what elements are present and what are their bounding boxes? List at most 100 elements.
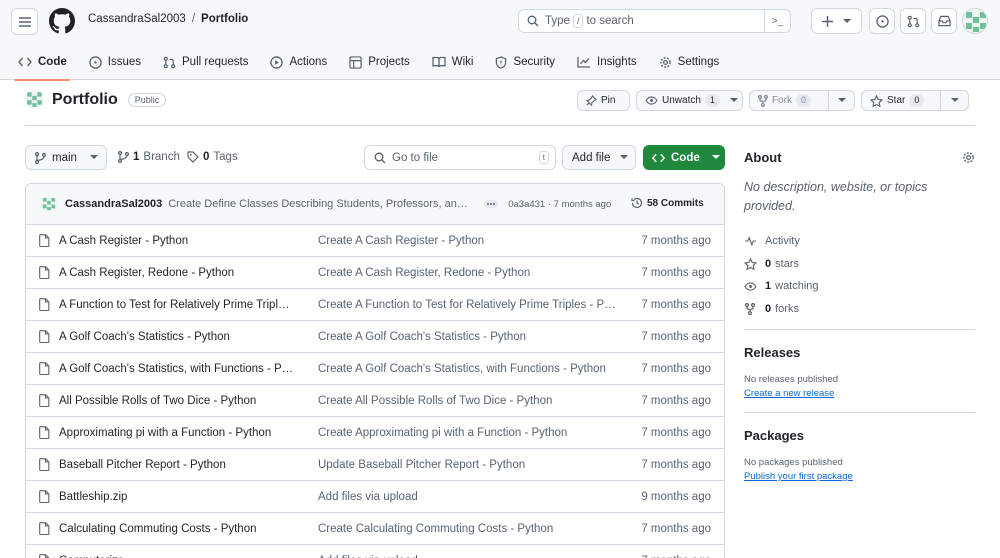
chevron-down-icon (843, 18, 851, 23)
tab-projects[interactable]: Projects (338, 44, 421, 80)
commit-expand-button[interactable] (484, 200, 499, 208)
file-row[interactable]: All Possible Rolls of Two Dice - Python C… (26, 385, 724, 417)
activity-link[interactable]: Activity (744, 230, 975, 253)
tab-security[interactable]: Security (484, 44, 566, 80)
branch-name: main (52, 151, 77, 164)
file-commit-message-link[interactable]: Create All Possible Rolls of Two Dice - … (318, 395, 618, 407)
file-row[interactable]: Computerize Add files via upload 7 months … (26, 545, 724, 558)
file-row[interactable]: Battleship.zip Add files via upload 9 mont… (26, 481, 724, 513)
star-dropdown[interactable] (940, 91, 968, 110)
tags-link[interactable]: 0 Tags (187, 151, 238, 163)
tab-code[interactable]: Code (0, 44, 78, 81)
github-logo-icon[interactable] (49, 8, 75, 34)
command-palette-button[interactable]: >_ (764, 9, 790, 33)
file-commit-message-link[interactable]: Add files via upload (318, 555, 618, 558)
file-commit-message-link[interactable]: Create Approximating pi with a Function … (318, 427, 618, 439)
file-row[interactable]: A Function to Test for Relatively Prime … (26, 289, 724, 321)
file-row[interactable]: Approximating pi with a Function - Pytho… (26, 417, 724, 449)
commit-author[interactable]: CassandraSal2003 (65, 198, 162, 210)
publish-package-link[interactable]: Publish your first package (744, 471, 975, 482)
code-dropdown-button[interactable]: Code (643, 145, 725, 170)
file-name-link[interactable]: A Cash Register, Redone - Python (59, 267, 294, 279)
file-name-link[interactable]: Approximating pi with a Function - Pytho… (59, 427, 294, 439)
fork-button[interactable]: Fork 0 (749, 90, 855, 111)
branches-link[interactable]: 1 Branch (118, 151, 180, 163)
file-name-link[interactable]: Baseball Pitcher Report - Python (59, 459, 294, 471)
file-commit-message-link[interactable]: Create A Cash Register - Python (318, 235, 618, 247)
go-to-file-input[interactable]: Go to file t (364, 145, 556, 170)
file-name-link[interactable]: A Function to Test for Relatively Prime … (59, 299, 294, 311)
pull-requests-button[interactable] (900, 8, 926, 34)
packages-heading[interactable]: Packages (744, 428, 975, 443)
watch-count: 1 (704, 94, 720, 107)
file-icon-wrap (39, 330, 50, 343)
repo-owner-avatar[interactable] (25, 90, 44, 109)
tab-label: Settings (677, 56, 720, 68)
repo-name[interactable]: Portfolio (52, 91, 118, 109)
file-commit-message-link[interactable]: Update Baseball Pitcher Report - Python (318, 459, 618, 471)
file-row[interactable]: A Cash Register - Python Create A Cash Re… (26, 225, 724, 257)
menu-button[interactable] (11, 8, 38, 35)
global-search-input[interactable]: Type / to search >_ (518, 9, 791, 33)
user-avatar[interactable] (962, 8, 988, 34)
file-row[interactable]: A Golf Coach's Statistics - Python Create… (26, 321, 724, 353)
file-row[interactable]: A Cash Register, Redone - Python Create A… (26, 257, 724, 289)
file-icon (39, 426, 50, 439)
file-commit-message-link[interactable]: Add files via upload (318, 491, 618, 503)
stars-link[interactable]: 0 stars (744, 253, 975, 276)
tab-actions[interactable]: Actions (259, 44, 338, 80)
create-new-button[interactable] (811, 8, 862, 34)
watch-dropdown[interactable] (726, 91, 742, 110)
forks-link[interactable]: 0 forks (744, 298, 975, 321)
file-commit-message-link[interactable]: Create A Golf Coach's Statistics, with F… (318, 363, 618, 375)
identicon-avatar-icon (27, 92, 42, 107)
add-file-button[interactable]: Add file (562, 145, 636, 170)
breadcrumb-owner[interactable]: CassandraSal2003 (88, 13, 186, 25)
star-button[interactable]: Star 0 (861, 90, 969, 111)
tab-pull-requests[interactable]: Pull requests (152, 44, 259, 80)
packages-empty-text: No packages published (744, 457, 843, 468)
fork-dropdown[interactable] (828, 91, 854, 110)
unwatch-button[interactable]: Unwatch 1 (636, 90, 743, 111)
create-release-link[interactable]: Create a new release (744, 388, 975, 399)
tab-settings[interactable]: Settings (648, 44, 731, 80)
tab-insights[interactable]: Insights (566, 44, 648, 80)
releases-heading[interactable]: Releases (744, 345, 975, 360)
branch-selector[interactable]: main (25, 145, 107, 170)
file-row[interactable]: A Golf Coach's Statistics, with Function… (26, 353, 724, 385)
file-commit-message-link[interactable]: Create A Function to Test for Relatively… (318, 299, 618, 311)
commit-author-avatar[interactable] (41, 196, 57, 212)
inbox-button[interactable] (931, 8, 957, 34)
file-name-link[interactable]: All Possible Rolls of Two Dice - Python (59, 395, 294, 407)
tab-label: Projects (368, 56, 410, 68)
file-icon (39, 554, 50, 558)
tag-count-label: Tags (213, 151, 238, 163)
gear-icon[interactable] (962, 151, 975, 164)
git-pull-request-icon (163, 56, 176, 68)
stars-label: stars (775, 257, 799, 270)
commit-age: 7 months ago (553, 198, 612, 210)
breadcrumb-repo[interactable]: Portfolio (201, 13, 248, 25)
file-name-link[interactable]: A Cash Register - Python (59, 235, 294, 247)
commit-sha[interactable]: 0a3a431 (508, 199, 545, 210)
plus-icon (822, 15, 833, 27)
chevron-down-icon (950, 98, 959, 102)
file-name-link[interactable]: A Golf Coach's Statistics - Python (59, 331, 294, 343)
pin-label: Pin (601, 95, 616, 106)
file-commit-message-link[interactable]: Create A Golf Coach's Statistics - Pytho… (318, 331, 618, 343)
issues-button[interactable] (869, 8, 895, 34)
pin-button[interactable]: Pin (577, 90, 630, 111)
file-row[interactable]: Baseball Pitcher Report - Python Update B… (26, 449, 724, 481)
file-commit-message-link[interactable]: Create A Cash Register, Redone - Python (318, 267, 618, 279)
tab-wiki[interactable]: Wiki (421, 44, 485, 80)
commits-link[interactable]: 58 Commits (631, 197, 704, 209)
file-name-link[interactable]: A Golf Coach's Statistics, with Function… (59, 363, 294, 375)
file-name-link[interactable]: Battleship.zip (59, 491, 294, 503)
file-name-link[interactable]: Computerize (59, 555, 294, 558)
file-row[interactable]: Calculating Commuting Costs - Python Crea… (26, 513, 724, 545)
tab-issues[interactable]: Issues (78, 44, 152, 80)
watching-link[interactable]: 1 watching (744, 275, 975, 298)
commit-message[interactable]: Create Define Classes Describing Student… (168, 198, 473, 210)
file-name-link[interactable]: Calculating Commuting Costs - Python (59, 523, 294, 535)
file-commit-message-link[interactable]: Create Calculating Commuting Costs - Pyt… (318, 523, 618, 535)
